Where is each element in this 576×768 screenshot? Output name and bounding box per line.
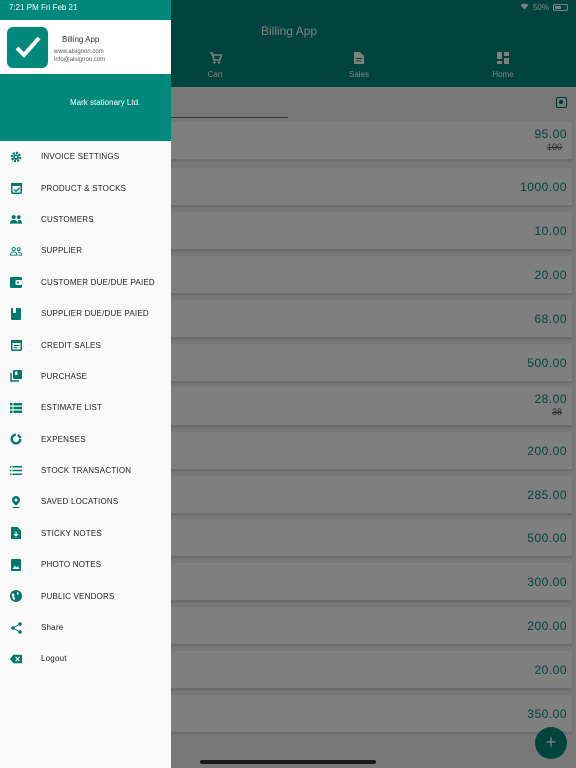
drawer-menu: INVOICE SETTINGS PRODUCT & STOCKS CUSTOM…: [0, 141, 171, 675]
calendar-icon: [10, 339, 22, 352]
calendar-check-icon: [10, 182, 22, 195]
company-name: Mark stationary Ltd.: [70, 98, 141, 107]
people-icon: [10, 213, 22, 225]
menu-label: PURCHASE: [41, 371, 88, 381]
menu-item-supplier[interactable]: SUPPLIER: [0, 235, 171, 266]
menu-label: Share: [41, 623, 64, 633]
menu-item-invoice-settings[interactable]: INVOICE SETTINGS: [0, 141, 171, 172]
menu-item-stock-transaction[interactable]: STOCK TRANSACTION: [0, 455, 171, 486]
menu-label: SUPPLIER: [41, 246, 83, 256]
drawer-brand-header: Billing App www.alsignon.com info@alsign…: [0, 20, 171, 74]
menu-item-purchase[interactable]: PURCHASE: [0, 361, 171, 392]
menu-item-credit-sales[interactable]: CREDIT SALES: [0, 329, 171, 360]
status-date: Fri Feb 21: [41, 3, 78, 12]
menu-label: SAVED LOCATIONS: [41, 497, 119, 507]
wallet-icon: [10, 276, 22, 288]
menu-item-logout[interactable]: Logout: [0, 643, 171, 674]
logout-icon: [10, 653, 22, 665]
menu-item-customer-due[interactable]: CUSTOMER DUE/DUE PAIED: [0, 267, 171, 298]
note-download-icon: [10, 527, 22, 540]
drawer-status-bar: 7:21 PM Fri Feb 21: [0, 0, 171, 20]
app-logo: [7, 27, 48, 68]
navigation-drawer: 7:21 PM Fri Feb 21 Billing App www.alsig…: [0, 0, 171, 768]
book-icon: [10, 307, 22, 320]
menu-label: EXPENSES: [41, 434, 86, 444]
menu-item-expenses[interactable]: EXPENSES: [0, 424, 171, 455]
drawer-account-header: Mark stationary Ltd.: [0, 74, 171, 141]
menu-label: SUPPLIER DUE/DUE PAIED: [41, 309, 149, 319]
globe-icon: [10, 590, 22, 603]
menu-item-saved-locations[interactable]: SAVED LOCATIONS: [0, 486, 171, 517]
menu-label: Logout: [41, 654, 67, 664]
menu-label: CUSTOMERS: [41, 214, 94, 224]
menu-label: STOCK TRANSACTION: [41, 466, 132, 476]
donut-icon: [10, 433, 22, 445]
library-icon: [10, 370, 22, 383]
menu-item-customers[interactable]: CUSTOMERS: [0, 204, 171, 235]
drawer-email: info@alsignon.com: [54, 57, 106, 63]
home-indicator: [200, 760, 376, 764]
menu-item-product-stocks[interactable]: PRODUCT & STOCKS: [0, 172, 171, 203]
gear-icon: [10, 151, 22, 163]
menu-item-photo-notes[interactable]: PHOTO NOTES: [0, 549, 171, 580]
lines-icon: [10, 465, 22, 477]
menu-item-sticky-notes[interactable]: STICKY NOTES: [0, 518, 171, 549]
menu-label: PHOTO NOTES: [41, 560, 102, 570]
menu-item-estimate-list[interactable]: ESTIMATE LIST: [0, 392, 171, 423]
menu-label: STICKY NOTES: [41, 528, 102, 538]
menu-item-supplier-due[interactable]: SUPPLIER DUE/DUE PAIED: [0, 298, 171, 329]
drawer-website: www.alsignon.com: [54, 49, 104, 55]
menu-label: ESTIMATE LIST: [41, 403, 103, 413]
location-pin-icon: [10, 495, 22, 508]
list-icon: [10, 402, 22, 414]
menu-label: CUSTOMER DUE/DUE PAIED: [41, 277, 155, 287]
photo-icon: [10, 558, 22, 571]
share-icon: [10, 621, 22, 634]
menu-label: CREDIT SALES: [41, 340, 102, 350]
menu-label: PUBLIC VENDORS: [41, 591, 115, 601]
menu-item-share[interactable]: Share: [0, 612, 171, 643]
status-time: 7:21 PM: [9, 3, 39, 12]
menu-label: INVOICE SETTINGS: [41, 152, 120, 162]
menu-label: PRODUCT & STOCKS: [41, 183, 127, 193]
menu-item-public-vendors[interactable]: PUBLIC VENDORS: [0, 580, 171, 611]
people-outline-icon: [10, 245, 22, 257]
checkmark-icon: [15, 36, 41, 58]
drawer-app-name: Billing App: [62, 35, 100, 44]
